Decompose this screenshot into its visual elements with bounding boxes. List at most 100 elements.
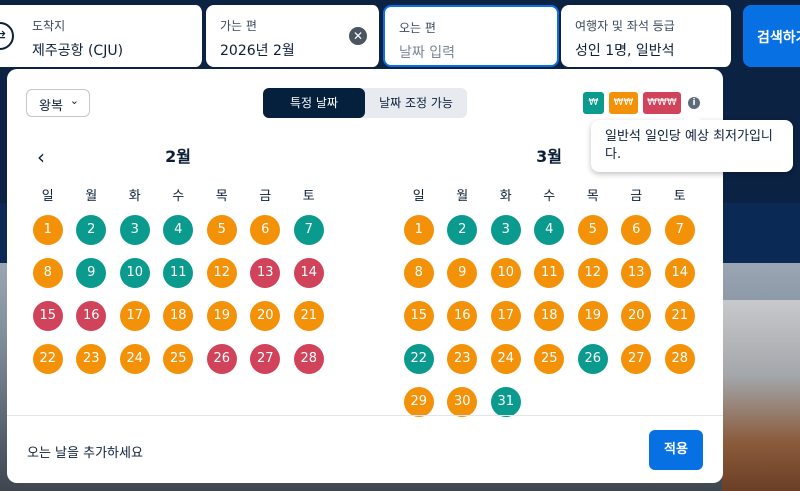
trip-type-select[interactable]: 왕복 ⌄ — [26, 89, 90, 117]
calendar-day[interactable]: 26 — [206, 344, 237, 374]
weekday-label: 금 — [630, 189, 643, 204]
weekday-label: 목 — [586, 189, 599, 204]
calendar-day[interactable]: 13 — [621, 258, 652, 288]
calendar-day[interactable]: 9 — [447, 258, 478, 288]
calendar-day[interactable]: 30 — [447, 387, 478, 417]
calendar-day[interactable]: 21 — [293, 301, 324, 331]
weekday-label: 토 — [673, 189, 686, 204]
month-title-mar: 3월 — [536, 147, 562, 166]
calendar-day[interactable]: 10 — [490, 258, 521, 288]
calendar-day[interactable]: 18 — [163, 301, 194, 331]
calendar-day[interactable]: 14 — [664, 258, 695, 288]
depart-value: 2026년 2월 — [220, 43, 295, 59]
calendar-day[interactable]: 23 — [447, 344, 478, 374]
calendar-day[interactable]: 15 — [403, 301, 434, 331]
calendar-day[interactable]: 6 — [250, 215, 281, 245]
calendar-day[interactable]: 17 — [490, 301, 521, 331]
calendar-day[interactable]: 2 — [447, 215, 478, 245]
calendar-day[interactable]: 17 — [119, 301, 150, 331]
calendar-day[interactable]: 8 — [403, 258, 434, 288]
calendar-mar: 일 월 화 수 목 금 토 1 2 3 4 5 6 7 8 9 10 11 12 13 14 15 16 17 18 19 20 21… — [397, 185, 702, 426]
calendar-day[interactable]: 16 — [76, 301, 107, 331]
calendar-day[interactable]: 3 — [119, 215, 150, 245]
calendar-day[interactable]: 13 — [250, 258, 281, 288]
return-field[interactable]: 오는 편 날짜 입력 — [383, 5, 559, 67]
calendar-day[interactable]: 29 — [403, 387, 434, 417]
calendar-day[interactable]: 16 — [447, 301, 478, 331]
weekday-label: 금 — [259, 189, 272, 204]
calendar-day[interactable]: 23 — [76, 344, 107, 374]
calendar-day[interactable]: 5 — [577, 215, 608, 245]
calendar-day[interactable]: 11 — [534, 258, 565, 288]
prev-month-icon[interactable]: ‹ — [37, 145, 45, 169]
calendar-day[interactable]: 5 — [206, 215, 237, 245]
calendar-day[interactable]: 25 — [534, 344, 565, 374]
calendar-day[interactable]: 19 — [206, 301, 237, 331]
calendar-day[interactable]: 27 — [621, 344, 652, 374]
travellers-field[interactable]: 여행자 및 좌석 등급 성인 1명, 일반석 — [561, 5, 733, 67]
weekday-label: 화 — [499, 189, 512, 204]
weekday-label: 월 — [456, 189, 469, 204]
calendar-day[interactable]: 1 — [403, 215, 434, 245]
calendar-day[interactable]: 15 — [32, 301, 63, 331]
calendar-day[interactable]: 12 — [577, 258, 608, 288]
calendar-day[interactable]: 12 — [206, 258, 237, 288]
calendar-day[interactable]: 21 — [664, 301, 695, 331]
weekday-label: 수 — [172, 189, 185, 204]
calendar-day[interactable]: 24 — [119, 344, 150, 374]
calendar-day[interactable]: 7 — [664, 215, 695, 245]
calendar-day[interactable]: 10 — [119, 258, 150, 288]
price-tooltip: 일반석 일인당 예상 최저가입니다. — [591, 111, 793, 172]
legend-high: ₩₩₩ — [643, 92, 681, 114]
weekday-label: 월 — [85, 189, 98, 204]
calendar-day[interactable]: 4 — [534, 215, 565, 245]
date-mode-toggle: 특정 날짜 날짜 조정 가능 — [263, 88, 467, 118]
calendar-day[interactable]: 19 — [577, 301, 608, 331]
weekday-label: 목 — [215, 189, 228, 204]
calendar-day[interactable]: 31 — [490, 387, 521, 417]
calendar-day[interactable]: 28 — [293, 344, 324, 374]
return-label: 오는 편 — [399, 21, 436, 35]
calendar-day[interactable]: 22 — [32, 344, 63, 374]
calendar-day[interactable]: 28 — [664, 344, 695, 374]
footer-hint: 오는 날을 추가하세요 — [27, 446, 143, 461]
destination-field[interactable]: ⇄ 도착지 제주공항 (CJU) — [0, 5, 204, 67]
calendar-day[interactable]: 20 — [250, 301, 281, 331]
calendar-day[interactable]: 27 — [250, 344, 281, 374]
weekday-label: 수 — [543, 189, 556, 204]
weekday-label: 화 — [128, 189, 141, 204]
calendar-day[interactable]: 26 — [577, 344, 608, 374]
clear-icon[interactable]: ✕ — [349, 27, 367, 45]
calendar-day[interactable]: 24 — [490, 344, 521, 374]
calendar-day[interactable]: 22 — [403, 344, 434, 374]
calendar-day[interactable]: 3 — [490, 215, 521, 245]
panel-footer: 오는 날을 추가하세요 적용 — [7, 415, 723, 483]
calendar-day[interactable]: 20 — [621, 301, 652, 331]
calendar-feb: 일 월 화 수 목 금 토 1 2 3 4 5 6 7 8 9 10 11 12 13 14 15 16 17 18 19 20 21… — [26, 185, 331, 383]
calendar-day[interactable]: 7 — [293, 215, 324, 245]
travellers-label: 여행자 및 좌석 등급 — [575, 19, 675, 33]
depart-field[interactable]: 가는 편 2026년 2월 ✕ — [206, 5, 381, 67]
apply-button[interactable]: 적용 — [649, 430, 703, 470]
price-legend: ₩ ₩₩ ₩₩₩ — [583, 92, 681, 114]
calendar-day[interactable]: 18 — [534, 301, 565, 331]
chevron-down-icon: ⌄ — [69, 94, 79, 107]
calendar-day[interactable]: 6 — [621, 215, 652, 245]
tab-flexible-date[interactable]: 날짜 조정 가능 — [365, 88, 467, 118]
calendar-day[interactable]: 8 — [32, 258, 63, 288]
weekday-label: 일 — [41, 189, 54, 204]
calendar-day[interactable]: 11 — [163, 258, 194, 288]
calendar-day[interactable]: 1 — [32, 215, 63, 245]
info-icon[interactable]: i — [688, 97, 700, 109]
calendar-day[interactable]: 4 — [163, 215, 194, 245]
calendar-day[interactable]: 25 — [163, 344, 194, 374]
calendar-day[interactable]: 9 — [76, 258, 107, 288]
calendar-day[interactable]: 14 — [293, 258, 324, 288]
tooltip-text: 일반석 일인당 예상 최저가입니다. — [605, 129, 773, 162]
search-button[interactable]: 검색하기 — [743, 5, 800, 67]
calendar-day[interactable]: 2 — [76, 215, 107, 245]
travellers-value: 성인 1명, 일반석 — [575, 43, 675, 59]
weekday-label: 토 — [302, 189, 315, 204]
swap-icon[interactable]: ⇄ — [0, 22, 14, 50]
tab-specific-date[interactable]: 특정 날짜 — [263, 88, 365, 118]
